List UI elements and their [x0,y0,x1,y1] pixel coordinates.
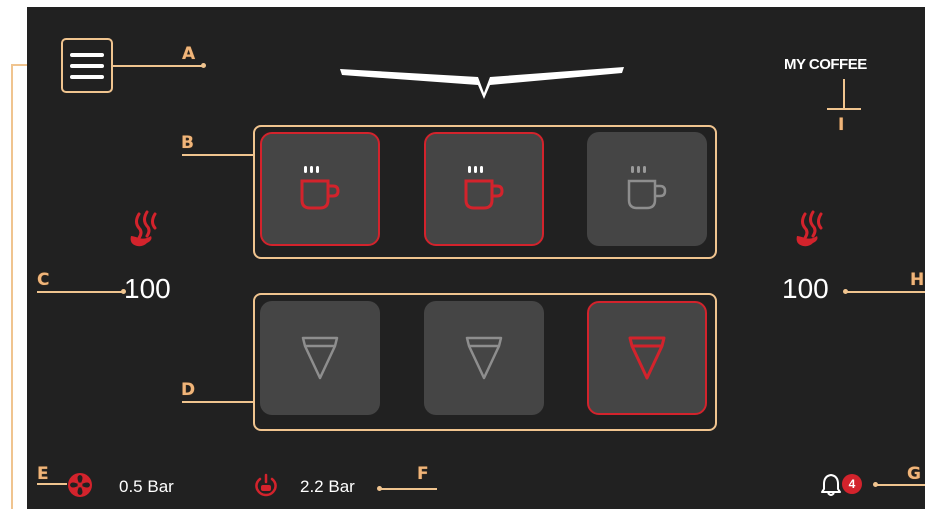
callout-c-leader [37,291,124,293]
callout-b-label: B [181,133,194,153]
bell-icon[interactable] [820,473,842,497]
cup-icon [300,166,340,210]
callout-e-label: E [37,464,49,484]
callout-f-label: F [417,464,429,484]
steam-icon[interactable] [793,210,827,250]
menu-button[interactable] [61,38,113,93]
callout-a-leader [113,65,205,67]
steam-icon[interactable] [127,210,161,250]
filter-icon [465,336,503,380]
menu-callout-vertical-leader [11,64,13,509]
cup-tile-double[interactable] [424,132,544,246]
menu-icon [70,52,104,79]
steam-left-value: 100 [124,273,171,304]
brew-pressure-value: 2.2 Bar [300,477,355,496]
fan-icon[interactable] [67,472,93,498]
callout-d-leader [182,401,253,403]
filter-tile-3[interactable] [587,301,707,415]
filter-icon [628,336,666,380]
cup-icon [464,166,504,210]
boiler-pressure-value: 0.5 Bar [119,477,174,496]
filter-tile-1[interactable] [260,301,380,415]
filter-tile-2[interactable] [424,301,544,415]
cup-tile-single[interactable] [260,132,380,246]
page-title: MY COFFEE [784,56,867,73]
filter-icon [301,336,339,380]
cup-icon [627,166,667,210]
callout-e-leader [37,483,67,485]
cup-tile-third[interactable] [587,132,707,246]
callout-a-label: A [182,44,196,64]
callout-i-leader-vertical [843,79,845,109]
callout-d-label: D [181,380,196,400]
callout-h-label: H [910,270,925,290]
machine-screen: A MY COFFEE I B 100 C 100 H D E 0.5 Bar … [27,7,925,509]
callout-b-leader [182,154,253,156]
callout-c-dot [121,289,126,294]
steam-right-value: 100 [782,273,829,304]
chevron-down-icon[interactable] [338,63,626,99]
callout-a-dot [201,63,206,68]
callout-h-leader [845,291,925,293]
brew-group-icon[interactable] [254,473,278,497]
callout-c-label: C [37,270,50,290]
notification-count-badge: 4 [842,474,862,494]
callout-i-leader-horizontal [827,108,861,110]
callout-g-label: G [907,464,921,484]
callout-f-leader [379,488,437,490]
callout-g-leader [875,484,925,486]
callout-i-label: I [838,115,845,135]
